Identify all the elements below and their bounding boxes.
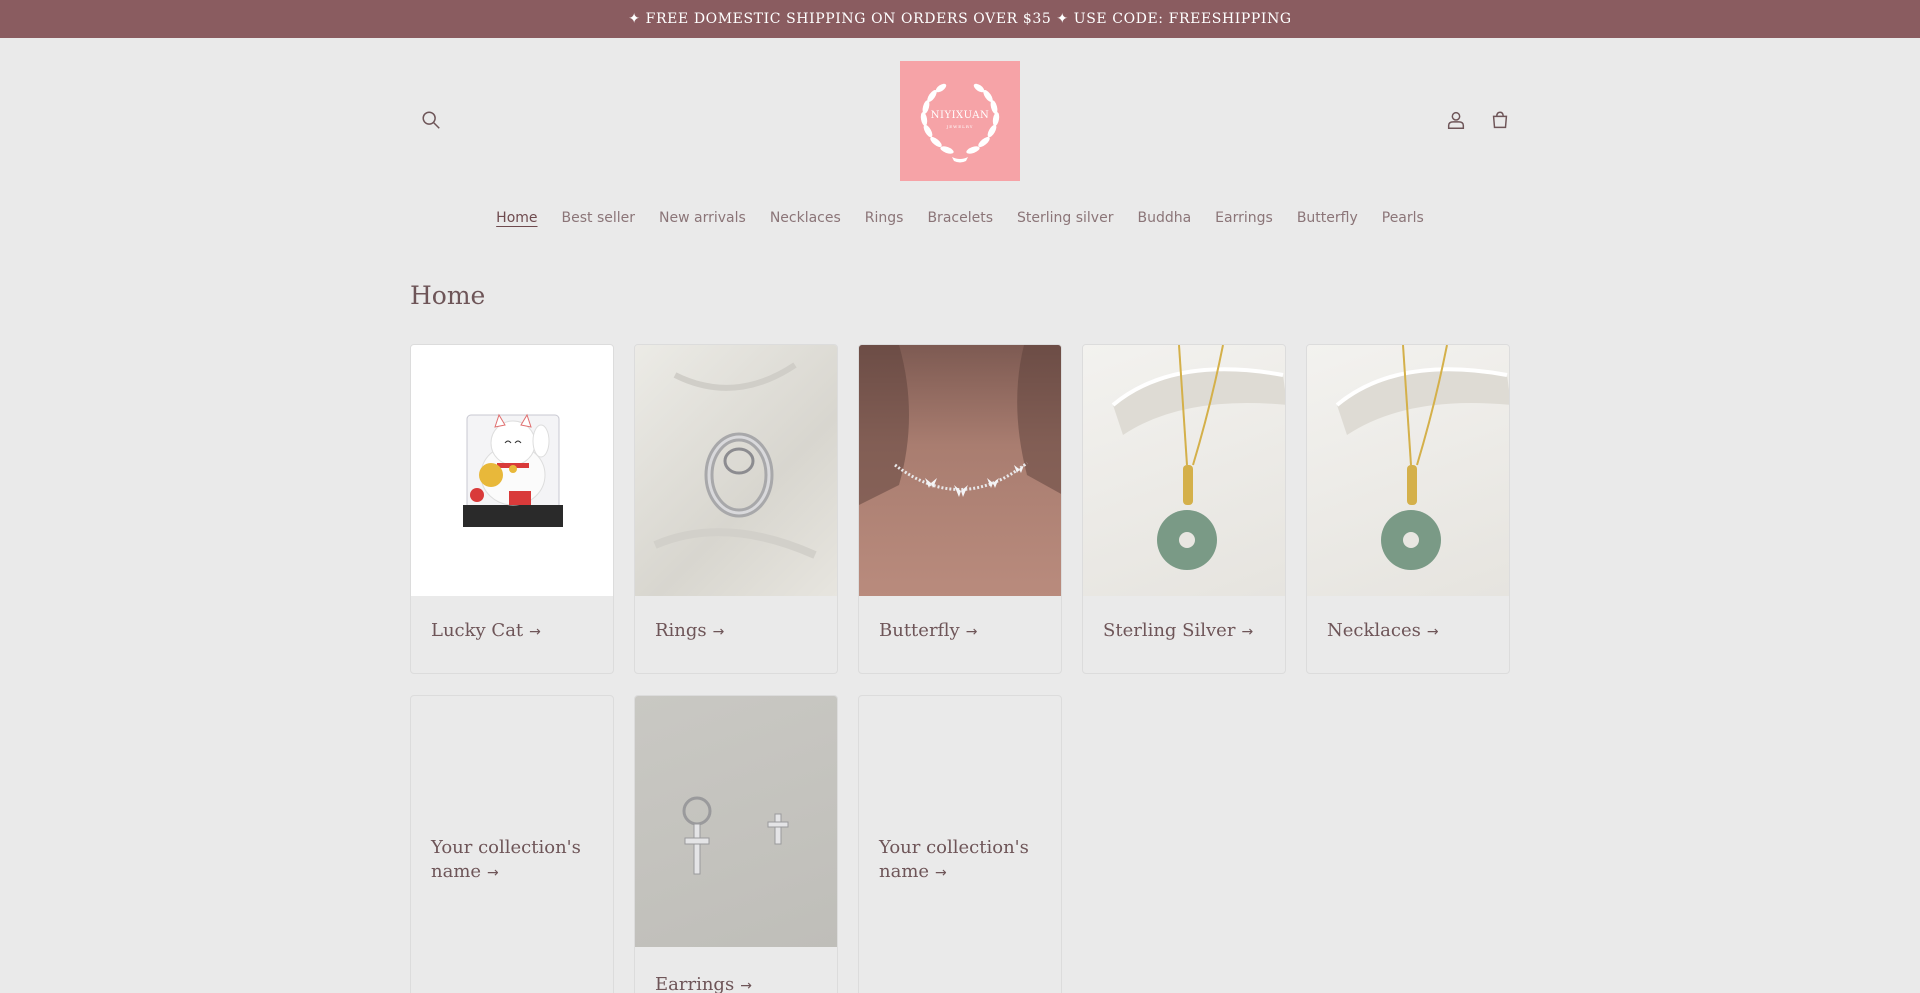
arrow-right-icon: → [740,978,752,993]
nav-sterling-silver[interactable]: Sterling silver [1017,210,1113,226]
collection-title: Necklaces → [1327,620,1439,641]
lucky-cat-image [411,345,613,596]
cart-icon [1492,111,1508,129]
collection-card-butterfly[interactable]: Butterfly → [858,344,1062,674]
collection-title: Sterling Silver → [1103,620,1254,641]
collection-card-sterling-silver[interactable]: Sterling Silver → [1082,344,1286,674]
page-title: Home [410,281,486,310]
nav-bracelets[interactable]: Bracelets [927,210,993,226]
nav-best-seller[interactable]: Best seller [562,210,636,226]
cross-earrings-image [635,696,837,947]
cart-button[interactable] [1480,100,1520,140]
collection-card-lucky-cat[interactable]: Lucky Cat → [410,344,614,674]
nav-necklaces[interactable]: Necklaces [770,210,841,226]
collection-card-rings[interactable]: Rings → [634,344,838,674]
nav-butterfly[interactable]: Butterfly [1297,210,1358,226]
butterfly-choker-image [859,345,1061,596]
nav-new-arrivals[interactable]: New arrivals [659,210,746,226]
collection-card-placeholder[interactable]: Your collection's name → [858,695,1062,993]
arrow-right-icon: → [1241,624,1254,640]
collection-title: Rings → [655,620,725,641]
announcement-text: ✦ FREE DOMESTIC SHIPPING ON ORDERS OVER … [628,11,1292,27]
account-icon [1447,111,1465,129]
nav-home[interactable]: Home [496,210,537,226]
jade-pendant-image [1307,345,1509,596]
collection-card-placeholder[interactable]: Your collection's name → [410,695,614,993]
collection-title: Lucky Cat → [431,620,541,641]
account-button[interactable] [1436,100,1476,140]
nav-rings[interactable]: Rings [865,210,904,226]
collection-title: Earrings → [655,974,752,993]
brand-tagline: JEWELRY [946,123,974,129]
collection-card-earrings[interactable]: Earrings → [634,695,838,993]
nav-earrings[interactable]: Earrings [1215,210,1273,226]
nav-buddha[interactable]: Buddha [1137,210,1191,226]
search-button[interactable] [411,100,451,140]
arrow-right-icon: → [487,865,499,881]
search-icon [422,111,440,129]
laurel-wreath-icon [920,83,1000,163]
brand-name: NIYIXUAN [930,109,990,121]
nav-pearls[interactable]: Pearls [1382,210,1424,226]
arrow-right-icon: → [529,624,541,640]
silver-ring-image [635,345,837,596]
jade-pendant-image [1083,345,1285,596]
arrow-right-icon: → [935,865,947,881]
main-nav: Home Best seller New arrivals Necklaces … [0,210,1920,226]
arrow-right-icon: → [1426,624,1439,640]
collection-title: Butterfly → [879,620,978,641]
arrow-right-icon: → [965,624,978,640]
collection-title: Your collection's name → [879,837,1029,882]
collection-card-necklaces[interactable]: Necklaces → [1306,344,1510,674]
collection-title: Your collection's name → [431,837,581,882]
brand-logo[interactable]: NIYIXUAN JEWELRY [900,61,1020,181]
arrow-right-icon: → [712,624,725,640]
announcement-bar: ✦ FREE DOMESTIC SHIPPING ON ORDERS OVER … [0,0,1920,38]
